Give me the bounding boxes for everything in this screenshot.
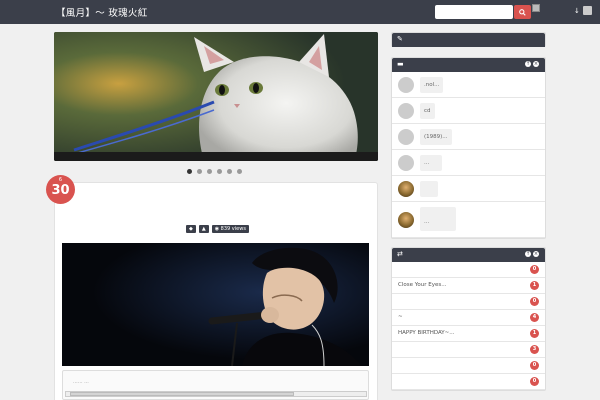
user-avatar-button[interactable] — [583, 6, 592, 15]
comment-text: (1989)... — [420, 129, 452, 145]
slider-dot[interactable] — [227, 169, 232, 174]
widget-header: ⇄ ↑ × — [392, 248, 545, 262]
widget-recent-comments: ▬ ↑ × .nol... cd (1989)... ... ... — [391, 57, 546, 239]
horizontal-scrollbar[interactable] — [65, 391, 367, 397]
slider-pagination — [187, 169, 242, 174]
date-day: 30 — [51, 183, 70, 198]
slider-image — [54, 32, 378, 161]
close-icon[interactable]: × — [533, 61, 539, 67]
post-meta: ◆ ▲ ◉ 839 views — [186, 225, 249, 233]
comment-item[interactable] — [392, 176, 545, 202]
scrollbar-thumb[interactable] — [70, 392, 294, 396]
list-item[interactable]: HAPPY BIRTHDAY~... 1 — [392, 326, 545, 342]
comment-count-badge: 0 — [530, 297, 539, 306]
search-icon — [519, 8, 526, 16]
list-item[interactable]: 0 — [392, 358, 545, 374]
comment-text — [420, 181, 438, 197]
comment-item[interactable]: (1989)... — [392, 124, 545, 150]
post-title[interactable]: ~ — [398, 314, 403, 320]
avatar — [398, 77, 414, 93]
image-icon[interactable] — [532, 4, 540, 12]
list-item[interactable]: 3 — [392, 342, 545, 358]
views-badge: ◉ 839 views — [211, 225, 249, 233]
avatar — [398, 155, 414, 171]
pin-icon[interactable]: ↓ — [574, 7, 580, 15]
list-item[interactable]: Close Your Eyes... 1 — [392, 278, 545, 294]
date-badge: 6 30 — [46, 175, 75, 204]
avatar — [398, 212, 414, 228]
comment-count-badge: 0 — [530, 361, 539, 370]
widget-header: ✎ — [392, 33, 545, 47]
singer-photo — [62, 243, 369, 366]
comment-count-badge: 0 — [530, 377, 539, 386]
shuffle-icon: ⇄ — [397, 250, 403, 258]
slider-dot[interactable] — [197, 169, 202, 174]
search-button[interactable] — [514, 5, 531, 19]
slider-dot[interactable] — [207, 169, 212, 174]
avatar — [398, 181, 414, 197]
list-item[interactable]: 0 — [392, 374, 545, 390]
collapse-icon[interactable]: ↑ — [525, 251, 531, 257]
close-icon[interactable]: × — [533, 251, 539, 257]
avatar — [398, 103, 414, 119]
slider-dot[interactable] — [237, 169, 242, 174]
embed-text: ...... ... — [73, 379, 89, 385]
comment-count-badge: 4 — [530, 313, 539, 322]
comment-item[interactable]: ... — [392, 150, 545, 176]
top-navbar: 【風月】～ 玫瑰火紅 ↓ — [0, 0, 600, 24]
comment-count-badge: 1 — [530, 329, 539, 338]
widget-notes: ✎ — [391, 32, 546, 47]
widget-random-posts: ⇄ ↑ × 0 Close Your Eyes... 1 0 ~ 4 HAPPY… — [391, 247, 546, 391]
site-title[interactable]: 【風月】～ 玫瑰火紅 — [56, 5, 148, 19]
comment-text: .nol... — [420, 77, 444, 93]
comment-text: cd — [420, 103, 435, 119]
list-item[interactable]: 0 — [392, 294, 545, 310]
post-image[interactable] — [62, 243, 369, 366]
list-item[interactable]: 0 — [392, 262, 545, 278]
list-item[interactable]: ~ 4 — [392, 310, 545, 326]
comment-count-badge: 0 — [530, 265, 539, 274]
post-title[interactable]: HAPPY BIRTHDAY~... — [398, 330, 455, 336]
comment-item[interactable]: .nol... — [392, 72, 545, 98]
tag-icon[interactable]: ◆ — [186, 225, 196, 233]
comment-count-badge: 1 — [530, 281, 539, 290]
comment-count-badge: 3 — [530, 345, 539, 354]
author-icon[interactable]: ▲ — [198, 225, 209, 233]
comment-text: ... — [420, 207, 456, 231]
search-input[interactable] — [435, 5, 513, 19]
views-count: 839 views — [220, 226, 246, 232]
avatar — [398, 129, 414, 145]
pencil-icon: ✎ — [397, 35, 403, 43]
comment-item[interactable]: ... — [392, 202, 545, 238]
slider-dot[interactable] — [217, 169, 222, 174]
collapse-icon[interactable]: ↑ — [525, 61, 531, 67]
embedded-content[interactable]: ...... ... — [62, 370, 369, 400]
slider-dot[interactable] — [187, 169, 192, 174]
post-title[interactable]: Close Your Eyes... — [398, 282, 446, 288]
widget-header: ▬ ↑ × — [392, 58, 545, 72]
featured-slider[interactable] — [54, 32, 378, 161]
slider-caption-bar — [54, 152, 378, 161]
comment-icon: ▬ — [397, 60, 404, 68]
comment-text: ... — [420, 155, 442, 171]
comment-item[interactable]: cd — [392, 98, 545, 124]
